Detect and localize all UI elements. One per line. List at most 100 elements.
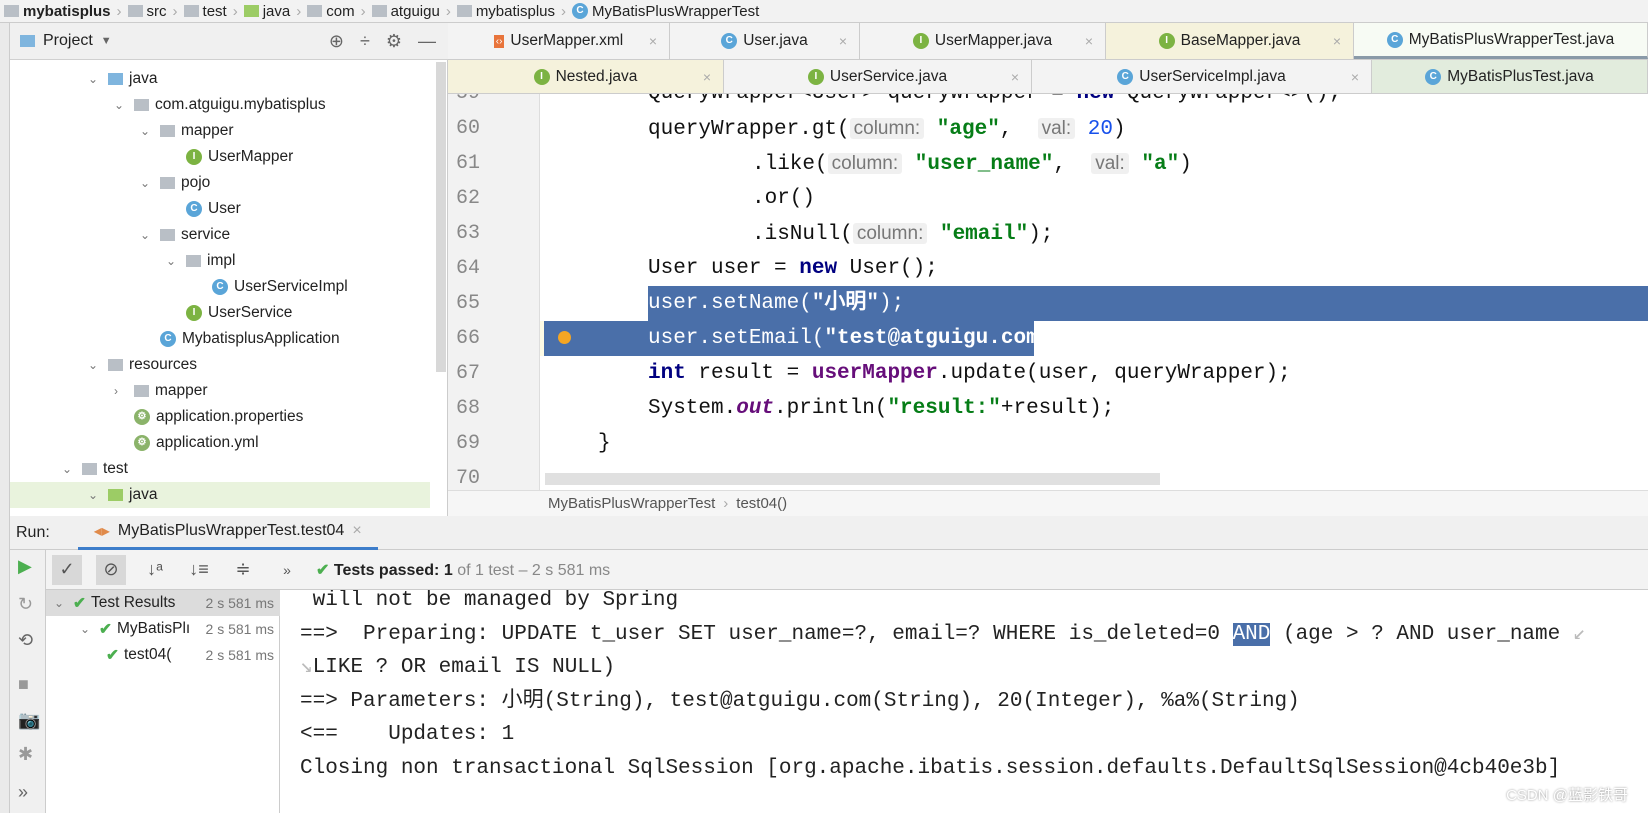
code-line[interactable]: .isNull(column: "email"); bbox=[752, 216, 1053, 251]
test-result-item[interactable]: ⌄ ✔ Test Results 2 s 581 ms bbox=[46, 590, 280, 616]
close-icon[interactable]: × bbox=[1011, 69, 1019, 85]
tree-item[interactable]: ⌄ java bbox=[10, 66, 157, 92]
code-line[interactable]: } bbox=[598, 426, 611, 461]
close-icon[interactable]: × bbox=[352, 522, 361, 540]
chevron-down-icon[interactable]: ⌄ bbox=[88, 358, 102, 372]
tree-item[interactable]: ⚙ application.properties bbox=[10, 404, 303, 430]
breadcrumb-item[interactable]: test bbox=[183, 3, 227, 20]
collapse-all-icon[interactable]: ÷ bbox=[360, 31, 370, 52]
tree-item[interactable]: ⌄ service bbox=[10, 222, 230, 248]
chevron-down-icon[interactable]: ⌄ bbox=[88, 72, 102, 86]
locate-icon[interactable]: ⊕ bbox=[329, 31, 344, 52]
breadcrumb-item[interactable]: C MyBatisPlusWrapperTest bbox=[572, 3, 759, 20]
tree-item[interactable]: ⚙ application.yml bbox=[10, 430, 259, 456]
close-icon[interactable]: × bbox=[839, 33, 847, 49]
breadcrumb-item[interactable]: java bbox=[243, 3, 290, 20]
chevron-down-icon[interactable]: ⌄ bbox=[80, 622, 94, 636]
expand-all-icon[interactable]: ≑ bbox=[228, 555, 258, 585]
test-result-item[interactable]: ✔ test04(2 s 581 ms bbox=[46, 642, 280, 668]
chevron-down-icon[interactable]: ⌄ bbox=[140, 124, 154, 138]
close-icon[interactable]: × bbox=[1351, 69, 1359, 85]
code-line[interactable]: queryWrapper.gt(column: "age", val: 20) bbox=[648, 111, 1126, 146]
breadcrumb-item[interactable]: atguigu bbox=[371, 3, 440, 20]
tree-item[interactable]: C MybatisplusApplication bbox=[10, 326, 340, 352]
tree-item[interactable]: C UserServiceImpl bbox=[10, 274, 348, 300]
editor-crumb-class[interactable]: MyBatisPlusWrapperTest bbox=[548, 495, 715, 512]
close-icon[interactable]: × bbox=[1085, 33, 1093, 49]
breakpoint-icon[interactable] bbox=[558, 331, 571, 344]
more-icon[interactable]: » bbox=[272, 555, 302, 585]
chevron-down-icon[interactable]: ⌄ bbox=[62, 462, 76, 476]
tree-item[interactable]: C User bbox=[10, 196, 241, 222]
rerun-failed-icon[interactable]: ↻ bbox=[18, 594, 33, 615]
code-line[interactable]: user.setName("小明"); bbox=[648, 286, 904, 321]
tree-item[interactable]: ⌄ mapper bbox=[10, 118, 234, 144]
editor-tab[interactable]: I BaseMapper.java × bbox=[1106, 23, 1354, 59]
editor-crumb-method[interactable]: test04() bbox=[736, 495, 787, 512]
code-line[interactable]: .like(column: "user_name", val: "a") bbox=[752, 146, 1192, 181]
editor-tab[interactable]: ‹› UserMapper.xml × bbox=[448, 23, 670, 59]
code-line[interactable]: int result = userMapper.update(user, que… bbox=[648, 356, 1291, 391]
chevron-down-icon[interactable]: ⌄ bbox=[166, 254, 180, 268]
code-line[interactable]: user.setEmail("test@atguigu.com"); bbox=[648, 321, 1077, 356]
show-ignored-icon[interactable]: ⊘ bbox=[96, 554, 126, 585]
breadcrumb-item[interactable]: com bbox=[307, 3, 355, 20]
tree-item-label: pojo bbox=[181, 174, 211, 191]
close-icon[interactable]: × bbox=[649, 33, 657, 49]
editor-tab[interactable]: C MyBatisPlusWrapperTest.java bbox=[1354, 23, 1648, 59]
stop-icon[interactable]: ■ bbox=[18, 674, 29, 695]
editor-horizontal-scrollbar[interactable] bbox=[545, 473, 1160, 485]
tree-scrollbar[interactable] bbox=[436, 62, 446, 372]
tree-item[interactable]: I UserService bbox=[10, 300, 292, 326]
code-line[interactable]: User user = new User(); bbox=[648, 251, 938, 286]
tree-item[interactable]: I UserMapper bbox=[10, 144, 293, 170]
tree-item-label: UserServiceImpl bbox=[234, 278, 348, 295]
code-line[interactable]: System.out.println("result:"+result); bbox=[648, 391, 1114, 426]
code-line[interactable]: .or() bbox=[752, 181, 815, 216]
chevron-down-icon[interactable]: ⌄ bbox=[114, 98, 128, 112]
editor-tab[interactable]: C MyBatisPlusTest.java bbox=[1372, 60, 1648, 93]
close-icon[interactable]: × bbox=[1333, 33, 1341, 49]
hide-icon[interactable]: — bbox=[418, 31, 436, 52]
project-title[interactable]: Project bbox=[43, 32, 93, 50]
chevron-down-icon[interactable]: ⌄ bbox=[88, 488, 102, 502]
more-icon[interactable]: » bbox=[18, 782, 28, 803]
tree-item[interactable]: ⌄ resources bbox=[10, 352, 197, 378]
code-editor[interactable]: 59 60 61 62 63 64 65 66 67 68 69 70 QueryWrapper<Us… bbox=[448, 94, 1648, 490]
console-output[interactable]: will not be managed by Spring ==> Prepari… bbox=[280, 590, 1648, 813]
caret-down-icon[interactable]: ▼ bbox=[101, 35, 112, 47]
tree-item[interactable]: ⌄ test bbox=[10, 456, 128, 482]
chevron-down-icon[interactable]: ⌄ bbox=[54, 596, 68, 610]
gear-icon[interactable]: ⚙ bbox=[386, 31, 402, 52]
camera-icon[interactable]: 📷 bbox=[18, 710, 40, 731]
tree-item[interactable]: ⌄ java bbox=[10, 482, 430, 508]
tree-item-label: application.properties bbox=[156, 408, 304, 425]
breadcrumb-item[interactable]: src bbox=[127, 3, 167, 20]
run-tab[interactable]: ◂▸ MyBatisPlusWrapperTest.test04 × bbox=[77, 516, 378, 550]
sort-alpha-icon[interactable]: ↓ᵃ bbox=[140, 555, 170, 585]
show-passed-icon[interactable]: ✓ bbox=[52, 554, 82, 585]
chevron-down-icon[interactable]: ⌄ bbox=[140, 176, 154, 190]
tree-item[interactable]: › mapper bbox=[10, 378, 208, 404]
code-line[interactable]: QueryWrapper<User> queryWrapper = new Qu… bbox=[648, 94, 1341, 111]
editor-tab[interactable]: C UserServiceImpl.java × bbox=[1032, 60, 1372, 93]
test-result-item[interactable]: ⌄ ✔ MyBatisPlı 2 s 581 ms bbox=[46, 616, 280, 642]
chevron-down-icon[interactable]: ⌄ bbox=[140, 228, 154, 242]
tree-item[interactable]: ⌄ pojo bbox=[10, 170, 210, 196]
editor-tab[interactable]: I Nested.java × bbox=[448, 60, 724, 93]
test-name: MyBatisPlı bbox=[117, 620, 191, 637]
folder-icon bbox=[160, 177, 175, 189]
close-icon[interactable]: × bbox=[703, 69, 711, 85]
breadcrumb-item[interactable]: mybatisplus bbox=[456, 3, 555, 20]
toggle-auto-test-icon[interactable]: ⟲ bbox=[18, 630, 33, 651]
rerun-icon[interactable]: ▶ bbox=[18, 556, 32, 577]
tree-item[interactable]: ⌄ impl bbox=[10, 248, 235, 274]
tree-item[interactable]: ⌄ com.atguigu.mybatisplus bbox=[10, 92, 326, 118]
chevron-right-icon[interactable]: › bbox=[114, 384, 128, 398]
breadcrumb-item[interactable]: mybatisplus bbox=[4, 3, 111, 20]
editor-tab[interactable]: I UserService.java × bbox=[724, 60, 1032, 93]
debug-icon[interactable]: ✱ bbox=[18, 744, 33, 765]
editor-tab[interactable]: I UserMapper.java × bbox=[860, 23, 1106, 59]
editor-tab[interactable]: C User.java × bbox=[670, 23, 860, 59]
sort-duration-icon[interactable]: ↓≡ bbox=[184, 555, 214, 585]
